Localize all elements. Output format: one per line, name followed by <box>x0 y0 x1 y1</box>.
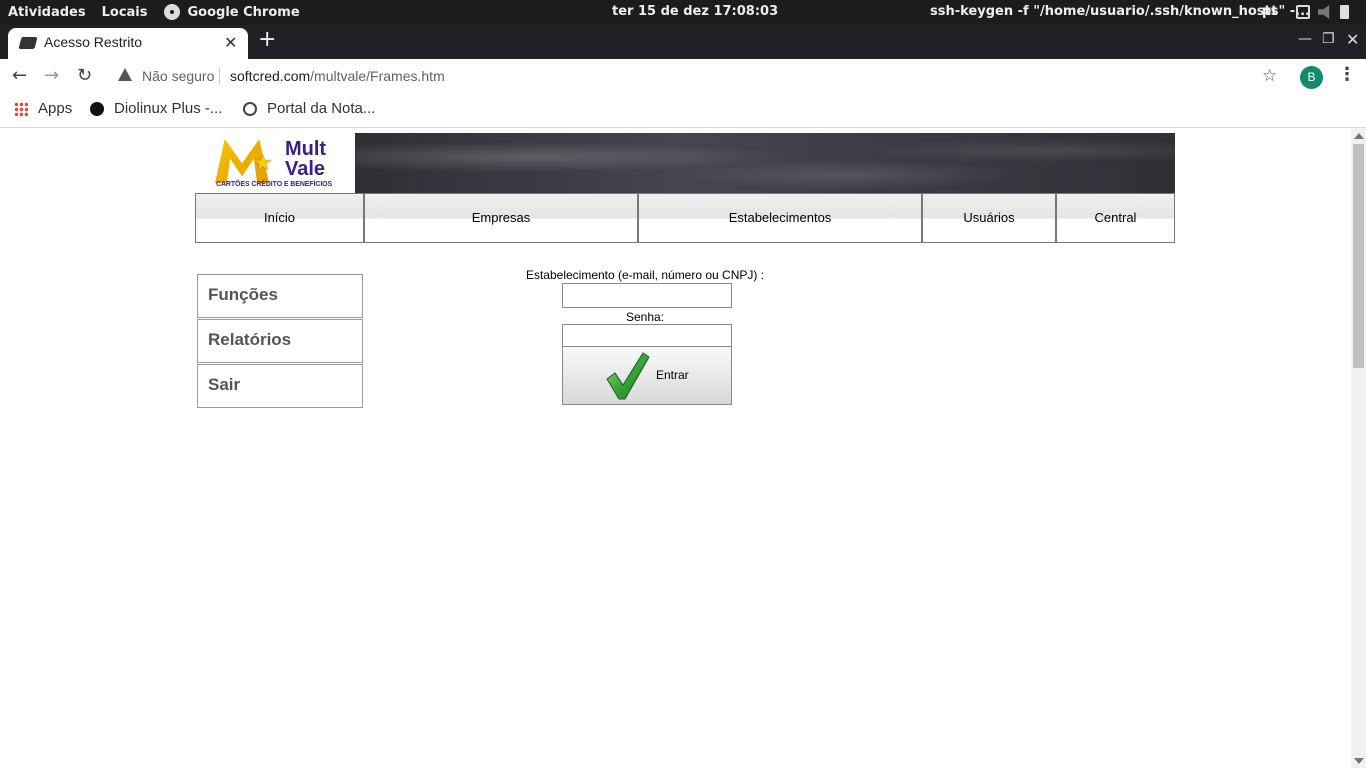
nav-usuarios[interactable]: Usuários <box>922 193 1056 243</box>
clock[interactable]: ter 15 de dez 17:08:03 <box>612 4 778 19</box>
minimize-icon[interactable]: — <box>1298 31 1312 47</box>
bookmarks-bar: Apps Diolinux Plus -... Portal da Nota..… <box>0 95 1366 128</box>
nav-inicio[interactable]: Início <box>195 193 364 243</box>
side-item-funcoes[interactable]: Funções <box>197 274 363 318</box>
screen-icon <box>1296 5 1310 19</box>
side-item-sair[interactable]: Sair <box>197 364 363 408</box>
diolinux-icon <box>90 101 104 116</box>
logo-name-line2: Vale <box>285 158 326 180</box>
bookmark-label: Portal da Nota... <box>267 100 376 117</box>
main-nav: Início Empresas Estabelecimentos Usuário… <box>195 193 1175 243</box>
url-text[interactable]: softcred.com/multvale/Frames.htm <box>230 68 445 84</box>
browser-toolbar: ← → ↻ Não seguro softcred.com/multvale/F… <box>0 59 1366 95</box>
browser-tab[interactable]: Acesso Restrito ✕ <box>8 28 248 59</box>
url-host: softcred.com <box>230 68 311 84</box>
restore-icon[interactable]: ❐ <box>1322 31 1335 47</box>
scroll-down-icon[interactable] <box>1354 758 1364 764</box>
tab-title: Acesso Restrito <box>44 34 143 50</box>
scroll-thumb[interactable] <box>1353 144 1364 368</box>
activities-button[interactable]: Atividades <box>8 5 86 20</box>
chrome-menu-icon[interactable]: ⋮ <box>1338 64 1356 85</box>
warning-icon[interactable] <box>118 68 132 81</box>
submit-label: Entrar <box>656 368 689 382</box>
back-icon[interactable]: ← <box>12 65 27 86</box>
battery-icon <box>1340 5 1349 19</box>
nav-empresas[interactable]: Empresas <box>364 193 638 243</box>
checkmark-icon <box>606 352 650 400</box>
apps-grid-icon <box>14 101 28 116</box>
tab-strip: Acesso Restrito ✕ + — ❐ ✕ <box>0 25 1366 59</box>
close-window-icon[interactable]: ✕ <box>1346 30 1359 49</box>
side-item-relatorios[interactable]: Relatórios <box>197 319 363 363</box>
user-label: Estabelecimento (e-mail, número ou CNPJ)… <box>525 268 765 282</box>
nav-central[interactable]: Central <box>1056 193 1175 243</box>
header-banner-image <box>355 133 1175 193</box>
bookmark-label: Diolinux Plus -... <box>114 100 223 117</box>
logo-name: Mult Vale <box>285 139 326 179</box>
submit-button[interactable]: Entrar <box>562 346 732 405</box>
password-label: Senha: <box>625 310 665 324</box>
globe-icon <box>243 101 257 116</box>
address-bar[interactable]: Não seguro softcred.com/multvale/Frames.… <box>112 64 1292 90</box>
bookmark-diolinux[interactable]: Diolinux Plus -... <box>90 100 222 117</box>
bookmark-portal-nota[interactable]: Portal da Nota... <box>243 100 375 117</box>
system-tray[interactable] <box>1296 5 1349 19</box>
bookmark-apps[interactable]: Apps <box>14 100 72 117</box>
system-top-bar: Atividades Locais Google Chrome ter 15 d… <box>0 0 1366 25</box>
scroll-up-icon[interactable] <box>1354 133 1364 139</box>
new-tab-button[interactable]: + <box>258 27 276 52</box>
tab-close-icon[interactable]: ✕ <box>224 33 237 52</box>
chrome-icon <box>163 4 180 20</box>
profile-avatar[interactable]: B <box>1300 66 1323 89</box>
logo-tagline: CARTÕES CRÉDITO E BENEFÍCIOS <box>216 181 333 188</box>
tab-favicon-icon <box>18 37 38 49</box>
volume-icon <box>1318 5 1330 19</box>
establishment-input[interactable] <box>562 283 732 308</box>
side-menu: Funções Relatórios Sair <box>197 274 363 409</box>
reload-icon[interactable]: ↻ <box>77 65 92 86</box>
omnibox-divider <box>219 67 220 85</box>
bookmark-star-icon[interactable]: ☆ <box>1262 66 1277 86</box>
multvale-logo: ★ Mult Vale CARTÕES CRÉDITO E BENEFÍCIOS <box>215 137 340 189</box>
input-language[interactable]: pt <box>1262 4 1278 19</box>
login-form: Estabelecimento (e-mail, número ou CNPJ)… <box>520 268 770 405</box>
page-scrollbar[interactable] <box>1351 128 1366 768</box>
app-menu[interactable]: Google Chrome <box>188 5 300 20</box>
bookmark-label: Apps <box>38 100 73 117</box>
url-path: /multvale/Frames.htm <box>310 68 445 84</box>
nav-estabelecimentos[interactable]: Estabelecimentos <box>638 193 922 243</box>
forward-icon[interactable]: → <box>44 65 59 86</box>
site-header: ★ Mult Vale CARTÕES CRÉDITO E BENEFÍCIOS <box>195 133 1175 193</box>
focused-window-title: ssh-keygen -f "/home/usuario/.ssh/known_… <box>930 4 1310 19</box>
places-menu[interactable]: Locais <box>102 5 148 20</box>
logo-star-icon: ★ <box>253 151 273 176</box>
logo-name-line1: Mult <box>285 138 327 160</box>
security-indicator[interactable]: Não seguro <box>142 68 214 84</box>
